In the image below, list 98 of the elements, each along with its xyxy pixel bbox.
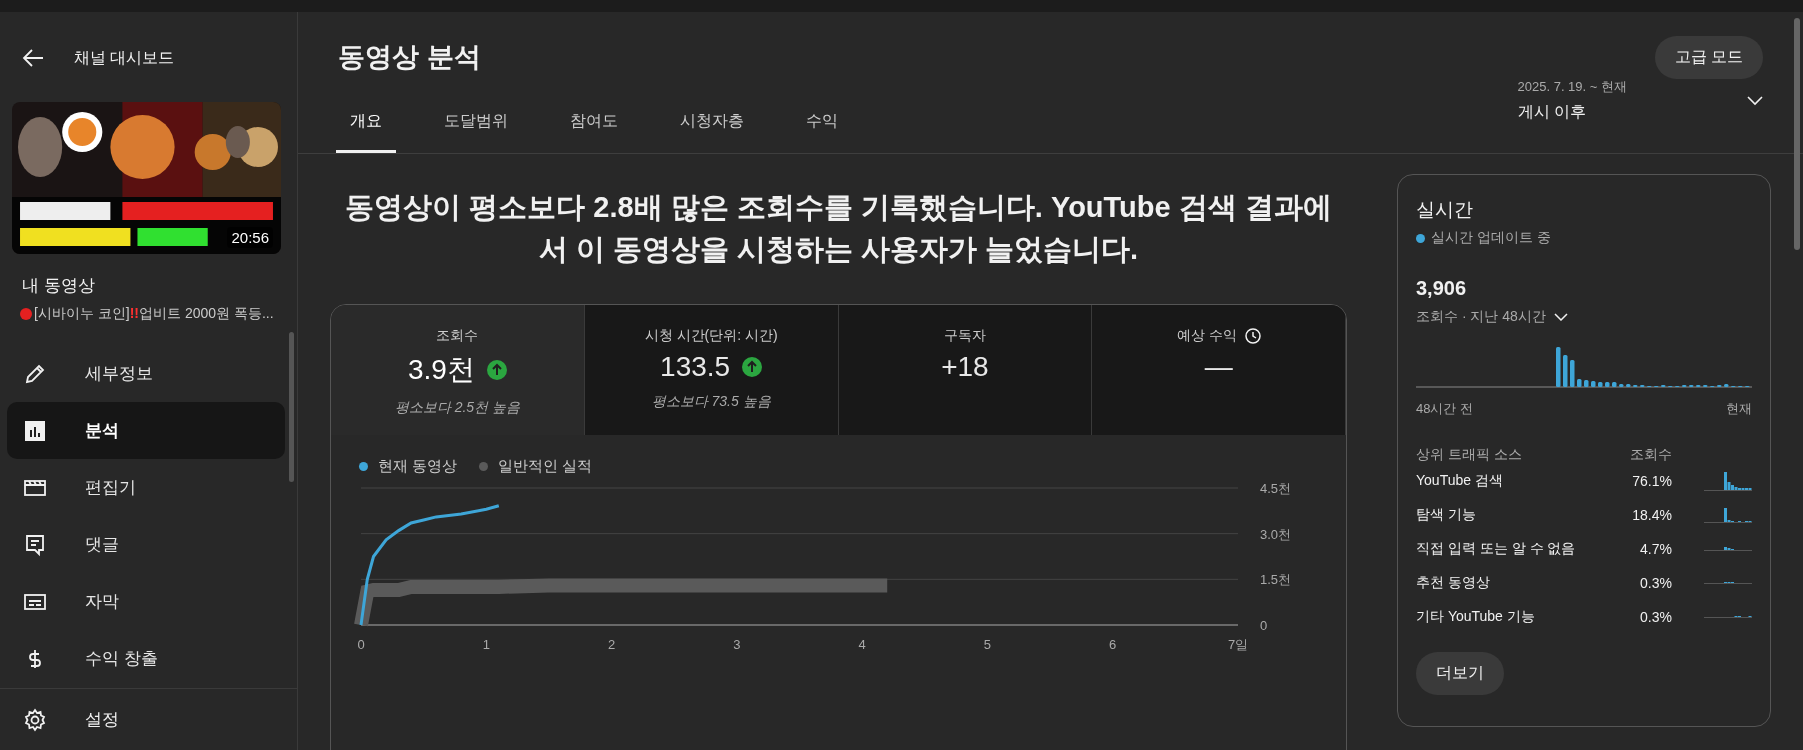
traffic-source-name: 탐색 기능 <box>1416 506 1477 524</box>
bar <box>1584 380 1589 387</box>
bar <box>1724 384 1729 387</box>
bar <box>1598 382 1603 387</box>
x-axis-label: 5 <box>983 637 992 653</box>
metric-label: 구독자 <box>943 327 986 346</box>
bar <box>1612 382 1617 387</box>
metric-comparison: 평소보다 2.5천 높음 <box>394 399 520 418</box>
x-axis-label: 2 <box>607 637 616 653</box>
legend-dot <box>359 462 368 472</box>
legend-label: 일반적인 실적 <box>498 457 593 477</box>
metric-value: +18 <box>941 351 989 384</box>
live-dot <box>1416 233 1425 243</box>
metric-tab[interactable]: 시청 시간(단위: 시간) 133.5 평소보다 73.5 높음 <box>584 305 839 436</box>
sidebar-item[interactable]: 댓글 <box>7 516 285 573</box>
y-axis-label: 1.5천 <box>1260 572 1292 588</box>
bar <box>1591 381 1596 387</box>
sparkline-drawing <box>1704 582 1752 584</box>
sparkline-drawing <box>1704 547 1752 551</box>
metric-label: 시청 시간(단위: 시간) <box>644 327 778 346</box>
metric-label: 조회수 <box>436 327 479 346</box>
comment-icon <box>23 532 47 557</box>
arrow-up-icon <box>486 360 507 381</box>
x-axis-label: 3 <box>733 637 741 653</box>
metric-comparison: 평소보다 73.5 높음 <box>651 393 771 412</box>
page-title: 동영상 분석 <box>338 41 481 74</box>
traffic-source-share: 76.1% <box>1631 473 1672 489</box>
sparkline-drawing <box>1704 471 1752 491</box>
legend-dot <box>479 462 489 472</box>
sparkline-drawing <box>1704 507 1752 523</box>
bar <box>1605 382 1610 387</box>
traffic-source-share: 0.3% <box>1639 575 1672 591</box>
channel-dashboard-title: 채널 대시보드 <box>74 47 175 68</box>
traffic-source-name: 추천 동영상 <box>1416 574 1491 592</box>
column-header: 조회수 <box>1629 446 1672 464</box>
legend-label: 현재 동영상 <box>378 457 458 477</box>
sidebar-item[interactable]: 편집기 <box>7 459 285 516</box>
tab[interactable]: 참여도 <box>556 111 632 153</box>
live-status: 실시간 업데이트 중 <box>1431 229 1551 247</box>
metric-label: 예상 수익 <box>1176 327 1237 346</box>
bar <box>1563 355 1568 387</box>
period-selector[interactable]: 조회수 · 지난 48시간 <box>1416 308 1752 326</box>
bar <box>1619 384 1624 387</box>
duration-badge: 20:56 <box>227 227 273 248</box>
settings-item[interactable]: 설정 <box>0 688 297 750</box>
metric-tab[interactable]: 조회수 3.9천 평소보다 2.5천 높음 <box>331 305 585 436</box>
axis-start-label: 48시간 전 <box>1416 400 1474 418</box>
metric-tab[interactable]: 구독자 +18 <box>838 305 1093 436</box>
x-axis-label: 7일 <box>1227 637 1249 653</box>
sidebar-item[interactable]: 분석 <box>7 402 285 459</box>
date-range-selector[interactable]: 2025. 7. 19. ~ 현재 게시 이후 <box>1517 78 1763 153</box>
y-axis-label: 4.5천 <box>1260 481 1292 497</box>
tab[interactable]: 시청자층 <box>666 111 758 153</box>
metric-value: 3.9천 <box>407 353 475 388</box>
headline: 동영상이 평소보다 2.8배 많은 조회수를 기록했습니다. YouTube 검색 결과에서 이 동영상을 시청하는 사용자가 늘었습니다. <box>344 190 1333 268</box>
tab[interactable]: 수익 <box>792 111 852 153</box>
metric-value: 133.5 <box>660 351 731 384</box>
sidebar-item[interactable]: 수익 창출 <box>7 630 285 687</box>
sparkline-drawing <box>1704 616 1752 618</box>
bar <box>1556 347 1561 387</box>
circle-emoji-icon <box>20 308 32 320</box>
back-arrow-icon[interactable] <box>22 48 44 68</box>
advanced-mode-button[interactable]: 고급 모드 <box>1654 35 1763 79</box>
tab[interactable]: 개요 <box>336 111 396 153</box>
traffic-source-share: 4.7% <box>1639 541 1672 557</box>
clock-icon[interactable] <box>1244 328 1261 345</box>
traffic-source-name: 기타 YouTube 기능 <box>1416 608 1536 626</box>
axis-end-label: 현재 <box>1726 400 1752 418</box>
traffic-source-name: 직접 입력 또는 알 수 없음 <box>1416 540 1577 558</box>
realtime-title: 실시간 <box>1416 198 1474 222</box>
analytics-icon <box>23 418 47 443</box>
more-button[interactable]: 더보기 <box>1416 652 1504 695</box>
tab[interactable]: 도달범위 <box>430 111 522 153</box>
bar <box>1570 360 1575 387</box>
video-title: [시바이누 코인]!!업비트 2000원 폭등... <box>34 305 274 323</box>
x-axis-label: 0 <box>357 637 365 653</box>
chevron-down-icon <box>1553 313 1568 321</box>
traffic-source-name: YouTube 검색 <box>1416 472 1504 490</box>
video-thumbnail[interactable]: 20:56 <box>12 102 281 254</box>
x-axis-label: 1 <box>482 637 490 653</box>
traffic-source-share: 18.4% <box>1631 507 1672 523</box>
arrow-up-icon <box>742 357 763 378</box>
bar <box>1577 379 1582 387</box>
my-video-label: 내 동영상 <box>22 275 96 297</box>
metric-tab[interactable]: 예상 수익 — <box>1092 305 1346 436</box>
realtime-count: 3,906 <box>1416 277 1468 300</box>
traffic-source-share: 0.3% <box>1639 609 1672 625</box>
x-axis-label: 6 <box>1109 637 1117 653</box>
sidebar-item[interactable]: 자막 <box>7 573 285 630</box>
chevron-down-icon <box>1747 95 1763 106</box>
sidebar-item[interactable]: 세부정보 <box>7 345 285 402</box>
settings-icon <box>23 707 47 732</box>
column-header: 상위 트래픽 소스 <box>1416 446 1523 464</box>
x-axis-label: 4 <box>858 637 866 653</box>
y-axis-label: 3.0천 <box>1260 526 1292 542</box>
bar <box>1626 384 1631 387</box>
y-axis-label: 0 <box>1260 618 1268 634</box>
metric-value: — <box>1204 351 1233 384</box>
